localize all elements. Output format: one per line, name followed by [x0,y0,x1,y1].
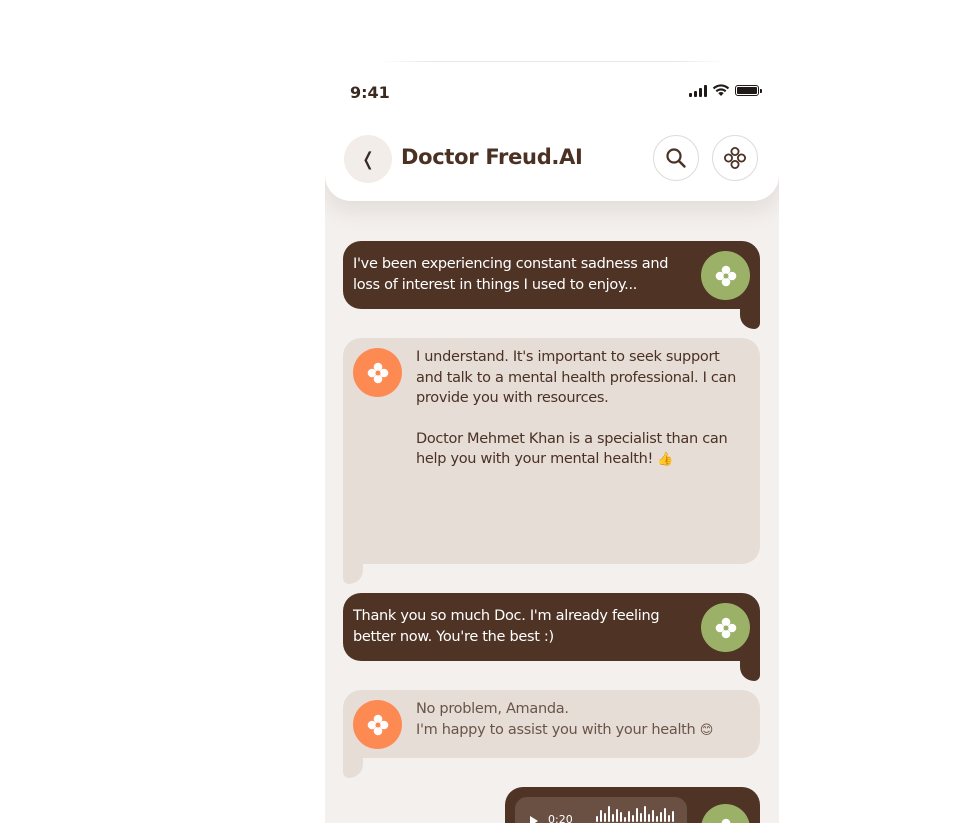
audio-player[interactable]: 0:20 [515,797,687,823]
back-arrow-icon: ❬ [360,148,376,170]
message-line: loss of interest in things I used to enj… [353,276,638,293]
message-line: I'm happy to assist you with your health… [416,720,746,742]
bubble-tail [343,564,363,584]
menu-button[interactable] [712,135,758,181]
voice-message: 0:20 [505,787,760,823]
message-line: provide you with resources. [416,390,609,406]
message-line: I understand. It's important to seek sup… [416,349,720,365]
bot-avatar [353,700,402,749]
audio-duration: 0:20 [548,813,573,823]
user-avatar [701,603,750,652]
phone-screen: 9:41 ❬ Doctor Freud.AI I've been experie… [325,68,779,823]
message-line-text: I'm happy to assist you with your health [416,721,696,738]
message-line-text: help you with your mental health! [416,451,654,467]
freud-logo-icon [367,714,388,735]
wifi-icon [712,84,730,96]
message-line: Thank you so much Doc. I'm already feeli… [353,608,660,624]
status-time: 9:41 [350,83,390,102]
user-message: I've been experiencing constant sadness … [343,241,760,329]
freud-logo-icon [721,818,730,823]
app-header: 9:41 ❬ Doctor Freud.AI [325,68,779,201]
status-icons [689,84,762,97]
bot-message: I understand. It's important to seek sup… [343,338,760,584]
chat-title: Doctor Freud.AI [401,145,583,169]
bubble-tail [343,758,363,778]
smile-emoji: 😊 [699,722,714,738]
freud-logo-icon [367,362,388,383]
message-line: better now. You're the best :) [353,628,554,645]
message-line: Doctor Mehmet Khan is a specialist than … [416,430,728,447]
user-message: Thank you so much Doc. I'm already feeli… [343,593,760,681]
signal-icon [689,84,707,97]
thumbs-up-emoji: 👍 [657,452,674,467]
freud-logo-icon [715,265,736,286]
user-avatar [701,251,750,300]
waveform-icon [596,806,674,822]
message-line: No problem, Amanda. [416,701,569,717]
user-avatar [701,804,750,823]
search-icon [666,148,686,168]
freud-logo-icon [715,617,736,638]
top-divider [380,61,726,62]
message-line: I've been experiencing constant sadness … [353,256,669,272]
message-line: and talk to a mental health professional… [416,369,737,386]
bot-message: No problem, Amanda. I'm happy to assist … [343,690,760,778]
battery-icon [735,85,762,96]
freud-logo-icon [724,147,746,169]
bubble-tail [740,661,760,681]
search-button[interactable] [653,135,699,181]
back-button[interactable]: ❬ [344,135,392,183]
play-icon[interactable] [530,816,538,823]
bubble-tail [740,309,760,329]
message-line: help you with your mental health! 👍 [416,449,746,471]
bot-avatar [353,348,402,397]
